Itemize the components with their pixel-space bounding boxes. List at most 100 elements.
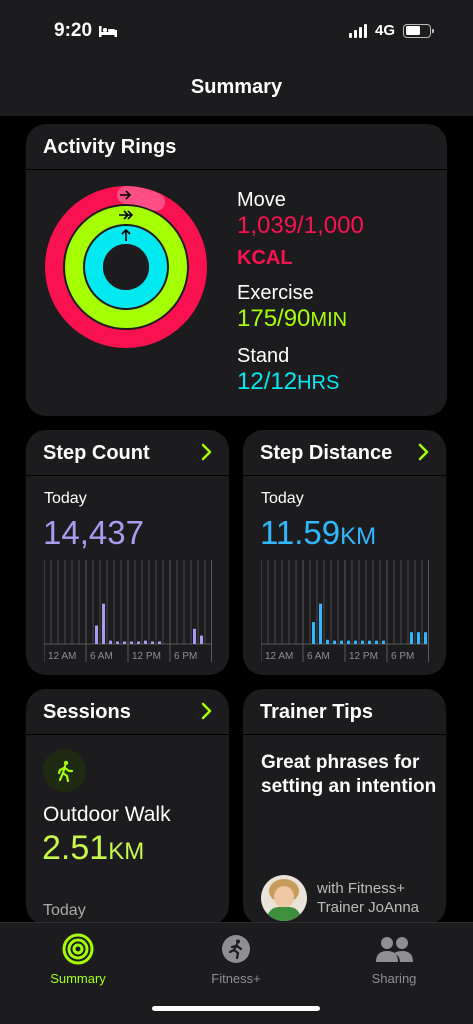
nav-bar: Summary [0,60,473,116]
step-distance-bar [417,632,420,644]
sharing-people-icon [376,937,413,962]
ring-stats: Move 1,039/1,000 KCAL Exercise 175/90MIN… [237,188,364,397]
activity-rings-graphic [45,186,207,348]
status-bar: 9:20 4G [0,0,473,60]
step-count-card[interactable]: Step Count Today 14,437 12 AM 6 AM 12 PM 6 … [26,430,229,675]
step-count-bar [130,641,133,644]
chevron-right-icon [201,443,212,461]
session-value-line: 2.51KM [42,829,144,868]
session-workout-name: Outdoor Walk [43,803,171,826]
page-title: Summary [190,76,283,98]
step-count-chart: 12 AM 6 AM 12 PM 6 PM [44,560,212,662]
step-count-x-label: 6 PM [174,651,197,662]
step-distance-value: 11.59 [260,514,341,551]
step-distance-header: Step Distance [243,430,446,476]
tab-fitness-plus[interactable]: Fitness+ [176,931,296,986]
step-count-title: Step Count [43,442,150,464]
home-indicator [152,1006,320,1011]
step-distance-bar [410,632,413,644]
tab-summary[interactable]: Summary [18,931,138,986]
step-count-bar [109,640,112,644]
step-count-period: Today [44,490,87,507]
step-count-header: Step Count [26,430,229,476]
walking-figure-icon [43,749,86,792]
stand-unit: HRS [297,372,340,394]
step-count-x-label: 12 AM [48,651,76,662]
tab-fitness-plus-label: Fitness+ [211,971,261,986]
step-count-bar [102,603,105,644]
session-unit: KM [108,838,145,865]
step-distance-x-label: 6 AM [307,651,330,662]
exercise-value-line: 175/90MIN [237,305,364,334]
step-distance-bar [354,640,357,644]
step-count-bar [151,641,154,644]
activity-rings-title: Activity Rings [43,136,177,158]
bed-icon [99,26,118,37]
move-label: Move [237,189,286,211]
trainer-tips-title: Trainer Tips [260,701,374,723]
step-distance-bar [340,640,343,644]
step-distance-bar [375,640,378,644]
fitness-plus-icon [222,935,250,963]
activity-rings-header: Activity Rings [26,124,447,170]
trainer-tips-header: Trainer Tips [243,689,446,735]
status-time: 9:20 [54,20,93,41]
step-distance-bar [333,640,336,644]
step-count-x-label: 12 PM [132,651,161,662]
trainer-tip-text: Great phrases for setting an intention [261,752,437,797]
step-distance-chart: 12 AM 6 AM 12 PM 6 PM [261,560,429,662]
tab-sharing[interactable]: Sharing [334,931,454,986]
step-distance-value-line: 11.59KM [260,514,376,552]
chevron-right-icon [418,443,429,461]
exercise-label: Exercise [237,282,314,304]
step-distance-card[interactable]: Step Distance Today 11.59KM 12 AM 6 AM 12 … [243,430,446,675]
move-value: 1,039/1,000 [237,212,364,239]
step-distance-x-label: 6 PM [391,651,414,662]
trainer-tips-card[interactable]: Trainer Tips Great phrases for setting a… [243,689,446,925]
step-distance-unit: KM [340,523,377,550]
session-value: 2.51 [42,829,109,867]
step-distance-bar [382,640,385,644]
step-distance-bar [361,640,364,644]
activity-rings-icon [62,933,94,965]
tab-summary-label: Summary [50,971,106,986]
step-count-x-label: 6 AM [90,651,113,662]
sessions-title: Sessions [43,701,131,723]
step-distance-period: Today [261,490,304,507]
trainer-credit-text: with Fitness+ Trainer JoAnna [317,879,419,917]
activity-rings-card[interactable]: Activity Rings Move 1,039/1,000 KCAL Exe… [26,124,447,416]
trainer-credit: with Fitness+ Trainer JoAnna [261,875,419,921]
step-distance-title: Step Distance [260,442,393,464]
network-label: 4G [374,22,395,39]
step-count-bar [137,641,140,644]
stand-value: 12/12 [237,368,298,395]
step-distance-bar [319,603,322,644]
sessions-header: Sessions [26,689,229,735]
battery-icon [403,23,434,38]
step-distance-bar [424,632,427,644]
step-count-bar [123,641,126,644]
exercise-value: 175/90 [237,305,311,332]
step-count-bar [200,635,203,644]
step-count-bar [193,628,196,644]
step-distance-bar [312,622,315,644]
status-indicators: 4G [348,22,434,39]
trainer-line-2: Trainer JoAnna [317,899,419,916]
trainer-avatar [261,875,307,921]
move-unit: KCAL [237,247,293,269]
step-distance-bar [347,640,350,644]
tab-sharing-label: Sharing [371,971,417,986]
chevron-right-icon [201,702,212,720]
step-distance-bar [368,640,371,644]
step-count-bar [95,625,98,644]
step-count-bar [158,641,161,644]
step-count-bar [116,641,119,644]
sessions-card[interactable]: Sessions Outdoor Walk 2.51KM Today [26,689,229,925]
step-distance-x-label: 12 PM [349,651,378,662]
step-distance-x-label: 12 AM [265,651,293,662]
cellular-signal-icon [348,23,367,38]
step-count-bar [144,640,147,644]
stand-label: Stand [237,345,290,367]
exercise-unit: MIN [310,309,348,331]
step-distance-bar [326,639,329,644]
